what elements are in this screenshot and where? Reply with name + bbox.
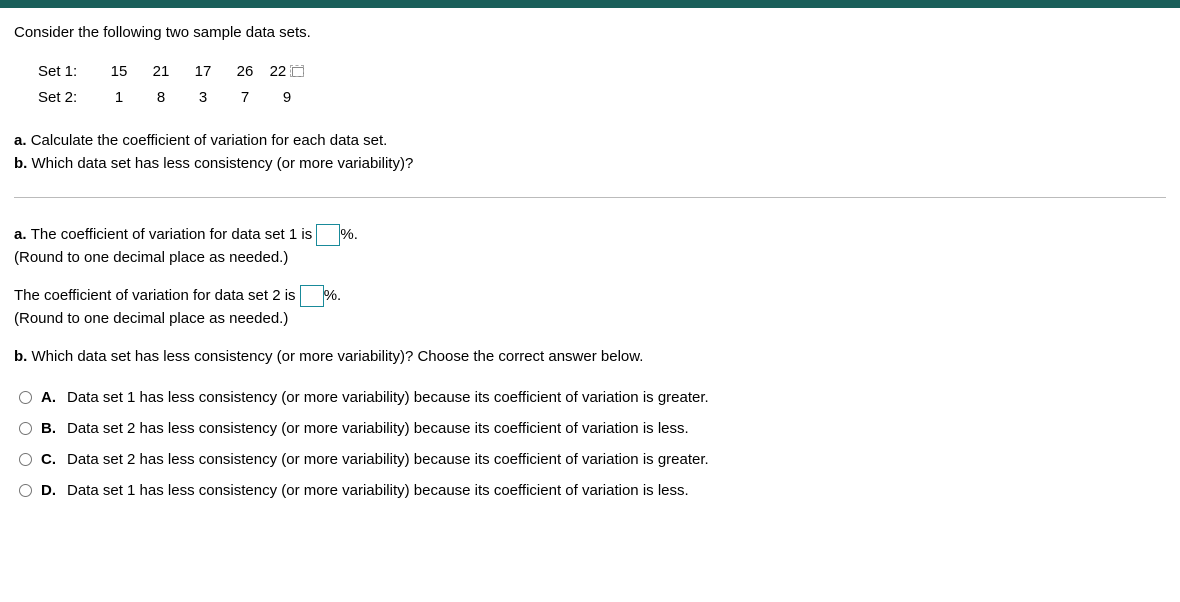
set1-val-1: 21 [140, 59, 182, 85]
divider [14, 197, 1166, 198]
question-b: b. Which data set has less consistency (… [14, 153, 1166, 176]
set1-val-0: 15 [98, 59, 140, 85]
answer-b-lead: Which data set has less consistency (or … [32, 348, 644, 365]
set2-val-2: 3 [182, 85, 224, 111]
option-A-text: Data set 1 has less consistency (or more… [67, 389, 1166, 406]
multiple-choice-options: A. Data set 1 has less consistency (or m… [14, 389, 1166, 499]
option-B[interactable]: B. Data set 2 has less consistency (or m… [14, 420, 1166, 437]
set1-val-4: 22 [266, 59, 308, 85]
set2-val-0: 1 [98, 85, 140, 111]
answer-a-suffix: %. [340, 226, 358, 243]
option-C-radio[interactable] [19, 453, 32, 466]
answer-set2-lead: The coefficient of variation for data se… [14, 287, 300, 304]
set1-val-4-text: 22 [270, 63, 287, 80]
option-C-label: C. [41, 451, 61, 468]
option-D-radio[interactable] [19, 484, 32, 497]
set2-label: Set 2: [38, 85, 98, 111]
question-container: Consider the following two sample data s… [0, 8, 1180, 533]
answer-set2-suffix: %. [324, 287, 342, 304]
cv-set2-input[interactable] [300, 285, 324, 307]
question-b-text: Which data set has less consistency (or … [32, 155, 414, 172]
cv-set1-input[interactable] [316, 224, 340, 246]
question-a-text: Calculate the coefficient of variation f… [31, 132, 388, 149]
data-row-set2: Set 2: 1 8 3 7 9 [38, 85, 1166, 111]
answer-a-prefix: a. [14, 226, 31, 243]
option-D-text: Data set 1 has less consistency (or more… [67, 482, 1166, 499]
copy-data-icon[interactable] [292, 67, 304, 77]
top-accent-bar [0, 0, 1180, 8]
set2-val-3: 7 [224, 85, 266, 111]
option-C-text: Data set 2 has less consistency (or more… [67, 451, 1166, 468]
question-a-prefix: a. [14, 132, 31, 149]
option-A-label: A. [41, 389, 61, 406]
answer-set2-hint: (Round to one decimal place as needed.) [14, 310, 288, 327]
option-D-label: D. [41, 482, 61, 499]
set1-val-2: 17 [182, 59, 224, 85]
question-a: a. Calculate the coefficient of variatio… [14, 130, 1166, 153]
answer-a-lead: The coefficient of variation for data se… [31, 226, 317, 243]
option-A[interactable]: A. Data set 1 has less consistency (or m… [14, 389, 1166, 406]
answer-a-set1: a. The coefficient of variation for data… [14, 224, 1166, 269]
intro-text: Consider the following two sample data s… [14, 24, 1166, 41]
set2-val-1: 8 [140, 85, 182, 111]
answer-a-set2: The coefficient of variation for data se… [14, 285, 1166, 330]
option-B-radio[interactable] [19, 422, 32, 435]
set1-label: Set 1: [38, 59, 98, 85]
data-sets-table: Set 1: 15 21 17 26 22 Set 2: 1 8 3 7 9 [38, 59, 1166, 110]
answer-b-prefix: b. [14, 348, 32, 365]
set2-val-4: 9 [266, 85, 308, 111]
answer-a-hint: (Round to one decimal place as needed.) [14, 249, 288, 266]
data-row-set1: Set 1: 15 21 17 26 22 [38, 59, 1166, 85]
sub-questions: a. Calculate the coefficient of variatio… [14, 130, 1166, 175]
option-B-text: Data set 2 has less consistency (or more… [67, 420, 1166, 437]
option-C[interactable]: C. Data set 2 has less consistency (or m… [14, 451, 1166, 468]
answer-b-prompt: b. Which data set has less consistency (… [14, 346, 1166, 369]
option-B-label: B. [41, 420, 61, 437]
question-b-prefix: b. [14, 155, 32, 172]
option-D[interactable]: D. Data set 1 has less consistency (or m… [14, 482, 1166, 499]
set1-val-3: 26 [224, 59, 266, 85]
option-A-radio[interactable] [19, 391, 32, 404]
